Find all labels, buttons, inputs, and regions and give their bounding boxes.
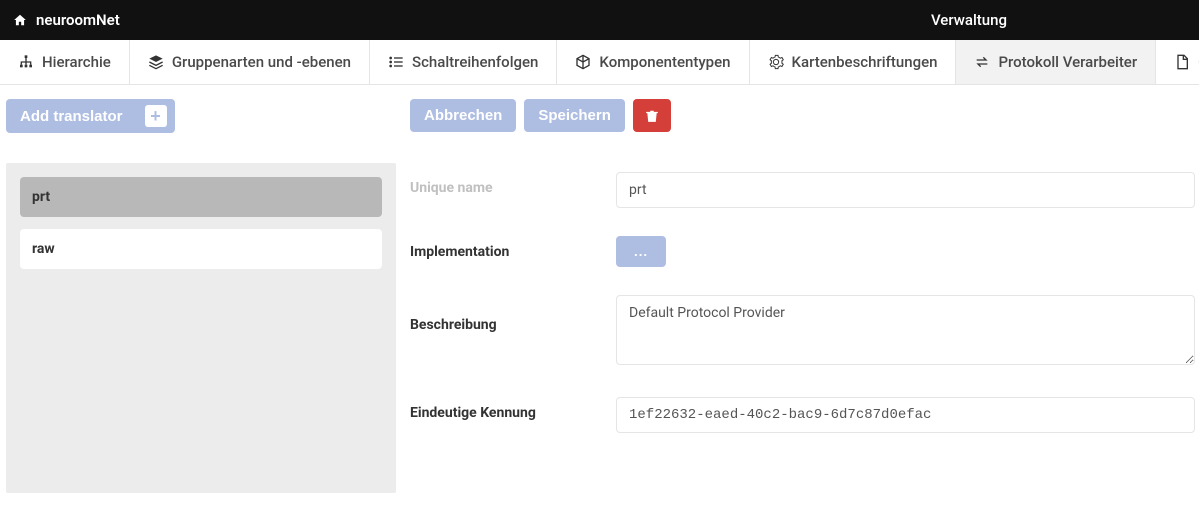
list-icon bbox=[388, 54, 404, 70]
tab-nav: Hierarchie Gruppenarten und -ebenen Scha… bbox=[0, 40, 1199, 85]
form-actions: Abbrechen Speichern bbox=[410, 99, 1195, 132]
hierarchy-icon bbox=[18, 54, 34, 70]
row-beschreibung: Beschreibung bbox=[410, 295, 1195, 369]
brand[interactable]: neuroomNet bbox=[12, 11, 120, 29]
list-item[interactable]: prt bbox=[20, 177, 382, 217]
label-beschreibung: Beschreibung bbox=[410, 295, 616, 333]
add-translator-plus-button[interactable]: + bbox=[137, 99, 175, 133]
save-label: Speichern bbox=[538, 107, 611, 124]
trash-icon bbox=[645, 108, 659, 124]
add-translator-row: Add translator + bbox=[6, 99, 396, 133]
tab-komponententypen[interactable]: Komponententypen bbox=[557, 40, 749, 84]
topbar: neuroomNet Verwaltung bbox=[0, 0, 1199, 40]
swap-icon bbox=[974, 54, 990, 70]
row-uuid: Eindeutige Kennung 1ef22632-eaed-40c2-ba… bbox=[410, 397, 1195, 433]
file-icon bbox=[1174, 54, 1190, 70]
tab-label: Komponententypen bbox=[599, 53, 730, 71]
brand-label: neuroomNet bbox=[36, 11, 120, 29]
add-translator-button[interactable]: Add translator bbox=[6, 99, 137, 133]
cancel-label: Abbrechen bbox=[424, 107, 502, 124]
cube-icon bbox=[575, 54, 591, 70]
tab-geraeteprotokolle[interactable]: Geräteprotokolle bbox=[1156, 40, 1199, 84]
label-unique-name: Unique name bbox=[410, 172, 616, 196]
row-unique-name: Unique name bbox=[410, 172, 1195, 208]
save-button[interactable]: Speichern bbox=[524, 99, 625, 132]
implementation-picker-button[interactable]: ... bbox=[616, 236, 666, 267]
translator-list: prt raw bbox=[6, 163, 396, 493]
tab-kartenbeschriftungen[interactable]: Kartenbeschriftungen bbox=[750, 40, 957, 84]
left-panel: Add translator + prt raw bbox=[6, 99, 396, 493]
label-implementation: Implementation bbox=[410, 236, 616, 260]
tab-schaltreihenfolgen[interactable]: Schaltreihenfolgen bbox=[370, 40, 557, 84]
list-item-label: raw bbox=[32, 241, 55, 257]
delete-button[interactable] bbox=[633, 99, 671, 132]
gear-icon bbox=[768, 54, 784, 70]
section-title[interactable]: Verwaltung bbox=[931, 11, 1007, 29]
add-translator-label: Add translator bbox=[20, 108, 123, 125]
input-unique-name[interactable] bbox=[616, 172, 1195, 208]
plus-icon: + bbox=[145, 105, 167, 127]
tab-label: Gruppenarten und -ebenen bbox=[172, 53, 351, 71]
list-item[interactable]: raw bbox=[20, 229, 382, 269]
textarea-beschreibung[interactable] bbox=[616, 295, 1195, 365]
tab-label: Hierarchie bbox=[42, 53, 111, 71]
label-uuid: Eindeutige Kennung bbox=[410, 397, 616, 421]
tab-gruppenarten[interactable]: Gruppenarten und -ebenen bbox=[130, 40, 370, 84]
tab-label: Protokoll Verarbeiter bbox=[998, 53, 1137, 71]
value-uuid: 1ef22632-eaed-40c2-bac9-6d7c87d0efac bbox=[616, 397, 1195, 433]
row-implementation: Implementation ... bbox=[410, 236, 1195, 267]
main: Add translator + prt raw Abbrechen Speic… bbox=[0, 85, 1199, 493]
ellipsis-label: ... bbox=[634, 244, 648, 259]
right-panel: Abbrechen Speichern Unique name Implemen… bbox=[410, 99, 1199, 461]
tab-label: Schaltreihenfolgen bbox=[412, 53, 538, 71]
tab-label: Kartenbeschriftungen bbox=[792, 53, 938, 71]
cancel-button[interactable]: Abbrechen bbox=[410, 99, 516, 132]
layers-icon bbox=[148, 54, 164, 70]
tab-hierarchie[interactable]: Hierarchie bbox=[0, 40, 130, 84]
home-icon bbox=[12, 13, 28, 27]
list-item-label: prt bbox=[32, 189, 50, 205]
tab-protokoll-verarbeiter[interactable]: Protokoll Verarbeiter bbox=[956, 40, 1156, 84]
